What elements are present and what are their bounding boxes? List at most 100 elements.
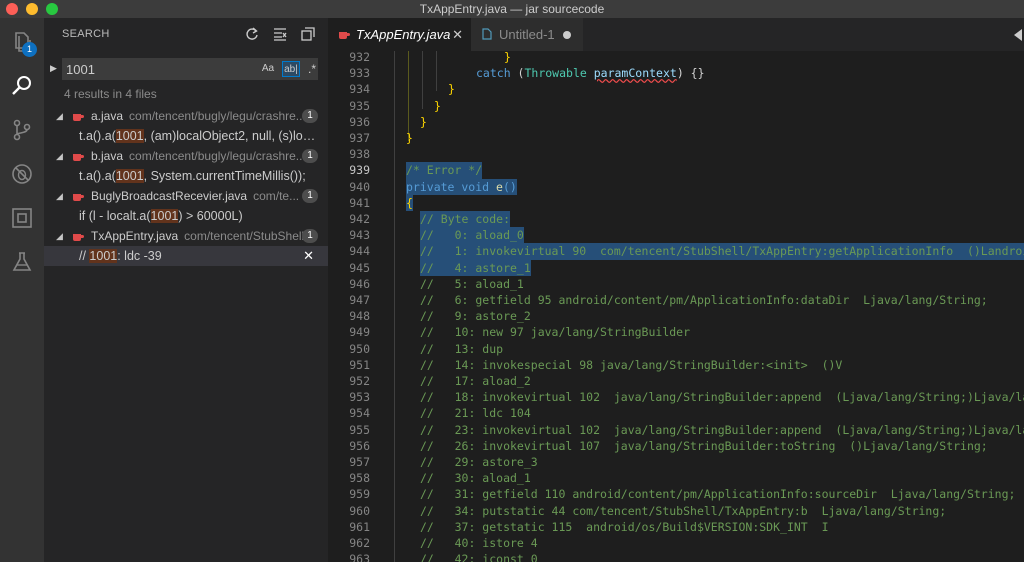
result-count-badge: 1 [302,229,318,243]
code-line[interactable]: 954 // 21: ldc 104 [328,405,1024,421]
code-line[interactable]: 937} [328,130,1024,146]
refresh-icon[interactable] [244,26,260,42]
result-file-b-java[interactable]: ◢ b.java com/tencent/bugly/legu/crashre..… [44,146,328,166]
search-input[interactable] [66,59,256,79]
code-line[interactable]: 945 // 4: astore_1 [328,259,1024,276]
line-number: 950 [349,341,370,356]
code-line[interactable]: 946 // 5: aload_1 [328,276,1024,292]
java-file-icon [339,32,350,39]
code-view[interactable]: 932} 933 catch (Throwable paramContext) {}… [328,51,1024,562]
code-line[interactable]: 932} [328,51,1024,65]
match-suffix: ) > 60000L) [178,209,243,223]
line-number: 943 [349,228,370,243]
chevron-down-icon: ◢ [56,231,63,241]
code-text: // 6: getfield 95 android/content/pm/App… [420,293,988,307]
code-text: // 34: putstatic 44 com/tencent/StubShel… [420,503,947,518]
code-line[interactable]: 950 // 13: dup [328,341,1024,357]
line-number: 939 [349,163,370,178]
extensions-activity[interactable] [0,196,44,240]
code-line[interactable]: 948 // 9: astore_2 [328,308,1024,324]
code-text: private void e() [406,178,517,195]
code-text: // 21: ldc 104 [420,406,531,421]
line-number: 958 [349,471,370,486]
code-line[interactable]: 947 // 6: getfield 95 android/content/pm/… [328,292,1024,308]
minimize-window-button[interactable] [26,3,38,15]
code-line[interactable]: 949 // 10: new 97 java/lang/StringBuilder [328,324,1024,340]
zoom-window-button[interactable] [46,3,58,15]
code-line[interactable]: 935} [328,98,1024,114]
code-line[interactable]: 952 // 17: aload_2 [328,373,1024,389]
code-line[interactable]: 934} [328,81,1024,97]
code-text: // 31: getfield 110 android/content/pm/A… [420,487,1016,502]
result-match-line-selected[interactable]: // 1001: ldc -39 ✕ [44,246,328,266]
tab-tx-app-entry[interactable]: TxAppEntry.java ✕ [328,18,471,51]
result-file-tx-app-entry-java[interactable]: ◢ TxAppEntry.java com/tencent/StubShell 1 [44,226,328,246]
code-line[interactable]: 962 // 40: istore 4 [328,535,1024,551]
code-line[interactable]: 939 /* Error */ [328,162,1024,179]
code-line[interactable]: 942 // Byte code: [328,211,1024,228]
file-icon [482,28,492,40]
collapse-all-icon[interactable] [300,26,316,42]
unsaved-dot-icon[interactable] [563,31,571,39]
code-text: // 0: aload_0 [420,227,524,244]
source-control-activity[interactable] [0,108,44,152]
explorer-activity[interactable]: 1 [0,20,44,64]
code-line[interactable]: 959 // 31: getfield 110 android/content/p… [328,486,1024,502]
result-file-path: com/te... [253,189,300,203]
tab-close-icon[interactable]: ✕ [452,18,463,51]
window-title: TxAppEntry.java — jar sourcecode [419,2,605,16]
test-activity[interactable] [0,240,44,284]
code-line[interactable]: 944 // 1: invokevirtual 90 com/tencent/St… [328,243,1024,260]
result-match-line[interactable]: t.a().a(1001, System.currentTimeMillis()… [44,166,328,186]
result-match-line[interactable]: if (l - localt.a(1001) > 60000L) [44,206,328,226]
code-line[interactable]: 940 private void e() [328,178,1024,195]
match-whole-word-toggle[interactable]: ab| [282,61,300,77]
close-window-button[interactable] [6,3,18,15]
line-number: 936 [349,114,370,129]
debug-activity[interactable] [0,152,44,196]
scroll-tabs-left-icon[interactable] [1014,29,1022,41]
line-number: 949 [349,325,370,340]
code-line[interactable]: 936} [328,114,1024,130]
code-line[interactable]: 957 // 29: astore_3 [328,454,1024,470]
code-line[interactable]: 933 catch (Throwable paramContext) {} [328,65,1024,81]
code-line[interactable]: 961 // 37: getstatic 115 android/os/Build… [328,519,1024,535]
regex-toggle[interactable]: .* [303,61,321,77]
line-number: 961 [349,519,370,534]
line-number: 959 [349,487,370,502]
match-highlight: 1001 [115,169,144,183]
tab-untitled-1[interactable]: Untitled-1 [471,18,583,51]
result-file-bugly-broadcast-recevier-java[interactable]: ◢ BuglyBroadcastRecevier.java com/te... 1 [44,186,328,206]
code-line[interactable]: 956 // 26: invokevirtual 107 java/lang/St… [328,438,1024,454]
line-number: 942 [349,212,370,226]
code-text: // 4: astore_1 [420,259,531,276]
search-activity[interactable] [0,64,44,108]
sidebar-header: SEARCH [44,18,328,52]
code-text: // 10: new 97 java/lang/StringBuilder [420,325,691,340]
dismiss-result-close-icon[interactable]: ✕ [303,246,314,266]
line-number: 960 [349,503,370,518]
code-text: // 5: aload_1 [420,276,524,291]
clear-results-icon[interactable] [272,26,288,42]
result-file-path: com/tencent/StubShell [184,229,305,243]
java-file-icon [73,154,84,161]
result-file-name: b.java [91,149,124,163]
activity-bar: 1 [0,18,44,562]
code-line[interactable]: 960 // 34: putstatic 44 com/tencent/StubS… [328,503,1024,519]
code-line[interactable]: 963 // 42: iconst_0 [328,551,1024,562]
line-number: 938 [349,147,370,162]
code-line[interactable]: 943 // 0: aload_0 [328,227,1024,244]
chevron-down-icon: ◢ [56,111,63,121]
code-line[interactable]: 953 // 18: invokevirtual 102 java/lang/St… [328,389,1024,405]
code-line[interactable]: 941 { [328,194,1024,211]
code-line[interactable]: 955 // 23: invokevirtual 102 java/lang/St… [328,422,1024,438]
code-line[interactable]: 951 // 14: invokespecial 98 java/lang/Str… [328,357,1024,373]
code-line[interactable]: 938 [328,146,1024,162]
match-prefix: // [79,249,90,263]
match-case-toggle[interactable]: Aa [259,61,277,77]
line-number: 946 [349,276,370,291]
result-file-a-java[interactable]: ◢ a.java com/tencent/bugly/legu/crashre..… [44,106,328,126]
result-match-line[interactable]: t.a().a(1001, (am)localObject2, null, (s… [44,126,328,146]
toggle-replace-chevron-icon[interactable]: ▶ [50,63,57,74]
code-line[interactable]: 958 // 30: aload_1 [328,470,1024,486]
